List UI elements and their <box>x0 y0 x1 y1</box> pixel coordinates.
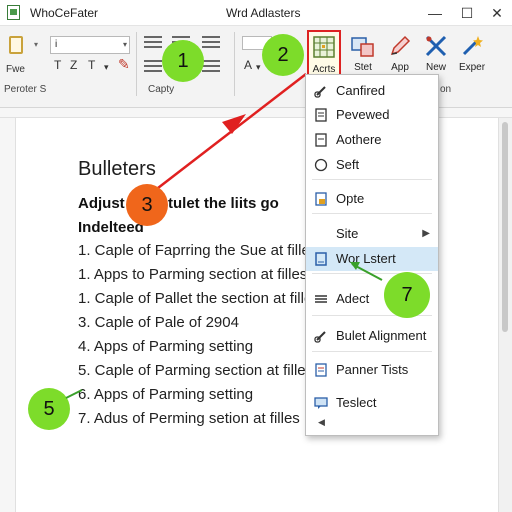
app-icon <box>7 5 20 20</box>
italic-button[interactable]: T <box>54 58 61 72</box>
document-heading[interactable]: Bulleters <box>78 158 156 181</box>
pen-icon <box>390 35 411 56</box>
chart-icon <box>351 37 374 57</box>
menu-item-site[interactable]: Site ▶ <box>306 222 438 246</box>
window-title: Wrd Adlasters <box>226 6 301 20</box>
chevron-down-icon[interactable]: ▾ <box>256 62 261 73</box>
minimize-button[interactable]: — <box>420 0 450 26</box>
outdent-icon[interactable] <box>202 60 220 72</box>
list-icon <box>315 363 327 377</box>
menu-item-bulet-alignment[interactable]: Bulet Alignment <box>306 324 438 348</box>
paste-label: Fwe <box>6 64 25 75</box>
strike-button[interactable]: Z <box>70 58 77 72</box>
menu-item-wor-lstert[interactable]: Wor Lstert <box>306 247 438 271</box>
menu-item-pevewed[interactable]: Pevewed <box>306 103 438 127</box>
menu-item-canfired[interactable]: Canfired <box>306 79 438 103</box>
link-icon <box>314 86 326 98</box>
chevron-down-icon[interactable]: ▾ <box>34 40 38 49</box>
document-icon <box>315 133 327 147</box>
menu-item-label: Teslect <box>336 395 377 410</box>
menu-separator <box>312 213 432 214</box>
document-icon <box>315 108 327 122</box>
group-label-styles: on <box>440 84 452 95</box>
chevron-down-icon[interactable]: ▾ <box>104 62 109 73</box>
comment-icon <box>314 397 328 409</box>
align-right-icon[interactable] <box>202 36 220 48</box>
callout-5: 5 <box>28 388 70 430</box>
options-icon <box>315 192 327 206</box>
menu-item-panner-tists[interactable]: Panner Tists <box>306 358 438 382</box>
menu-separator <box>312 179 432 180</box>
document-icon <box>315 252 327 266</box>
menu-separator <box>312 351 432 352</box>
menu-item-aothere[interactable]: Aothere <box>306 128 438 152</box>
menu-item-label: Seft <box>336 157 360 172</box>
menu-item-label: Bulet Alignment <box>336 328 427 343</box>
title-bar: WhoCeFater Wrd Adlasters — ☐ ✕ <box>0 0 512 26</box>
app-title: WhoCeFater <box>30 6 99 20</box>
paste-button[interactable]: Fwe <box>4 34 30 84</box>
menu-item-label: Adect <box>336 291 370 306</box>
list-icon <box>315 295 327 303</box>
highlight-icon[interactable]: ✎ <box>118 56 130 73</box>
align-left-icon[interactable] <box>144 36 162 48</box>
maximize-button[interactable]: ☐ <box>452 0 482 26</box>
menu-item-label: Canfired <box>336 83 386 98</box>
clipboard-icon <box>9 36 23 54</box>
bullets-dropdown-menu: Canfired Pevewed Aothere Seft Opte Site … <box>305 74 439 436</box>
callout-1: 1 <box>162 40 204 82</box>
group-label-clipboard: Peroter S <box>4 84 47 95</box>
menu-item-seft[interactable]: Seft <box>306 153 438 177</box>
menu-item-label: Pevewed <box>336 107 390 122</box>
scrollbar-thumb[interactable] <box>502 122 508 332</box>
document-subheading[interactable]: Adjust contulet the liits go <box>78 195 279 212</box>
bullets-grid-icon <box>313 36 335 58</box>
wand-icon <box>462 36 483 56</box>
chevron-right-icon: ▶ <box>422 228 430 239</box>
menu-item-teslect[interactable]: Teslect <box>306 391 438 415</box>
menu-item-opte[interactable]: Opte <box>306 187 438 211</box>
font-combo[interactable]: i ▾ <box>50 36 130 54</box>
chevron-left-icon[interactable]: ◀ <box>318 417 325 428</box>
indent-icon[interactable] <box>144 60 162 72</box>
exper-button-label: Exper <box>458 62 486 73</box>
menu-item-label: Wor Lstert <box>336 251 396 266</box>
menu-item-label: Aothere <box>336 132 382 147</box>
group-label-paragraph: Capty <box>148 84 175 95</box>
menu-item-label: Site <box>336 226 359 241</box>
circle-icon <box>314 158 328 172</box>
vertical-ruler <box>0 118 16 512</box>
chevron-down-icon: ▾ <box>122 40 127 49</box>
new-button-label: New <box>425 62 446 73</box>
stet-button-label: Stet <box>354 62 372 73</box>
tools-icon <box>425 35 447 57</box>
font-combo-value: i <box>55 39 58 50</box>
close-button[interactable]: ✕ <box>482 0 512 26</box>
app-button-label: App <box>391 62 409 73</box>
text-effect-button[interactable]: T <box>88 58 95 72</box>
font-color-button[interactable]: A <box>244 58 252 72</box>
link-icon <box>314 331 326 343</box>
menu-item-label: Opte <box>336 191 365 206</box>
menu-item-label: Panner Tists <box>336 362 409 377</box>
callout-7: 7 <box>384 272 430 318</box>
callout-3: 3 <box>126 184 168 226</box>
callout-2: 2 <box>262 34 304 76</box>
